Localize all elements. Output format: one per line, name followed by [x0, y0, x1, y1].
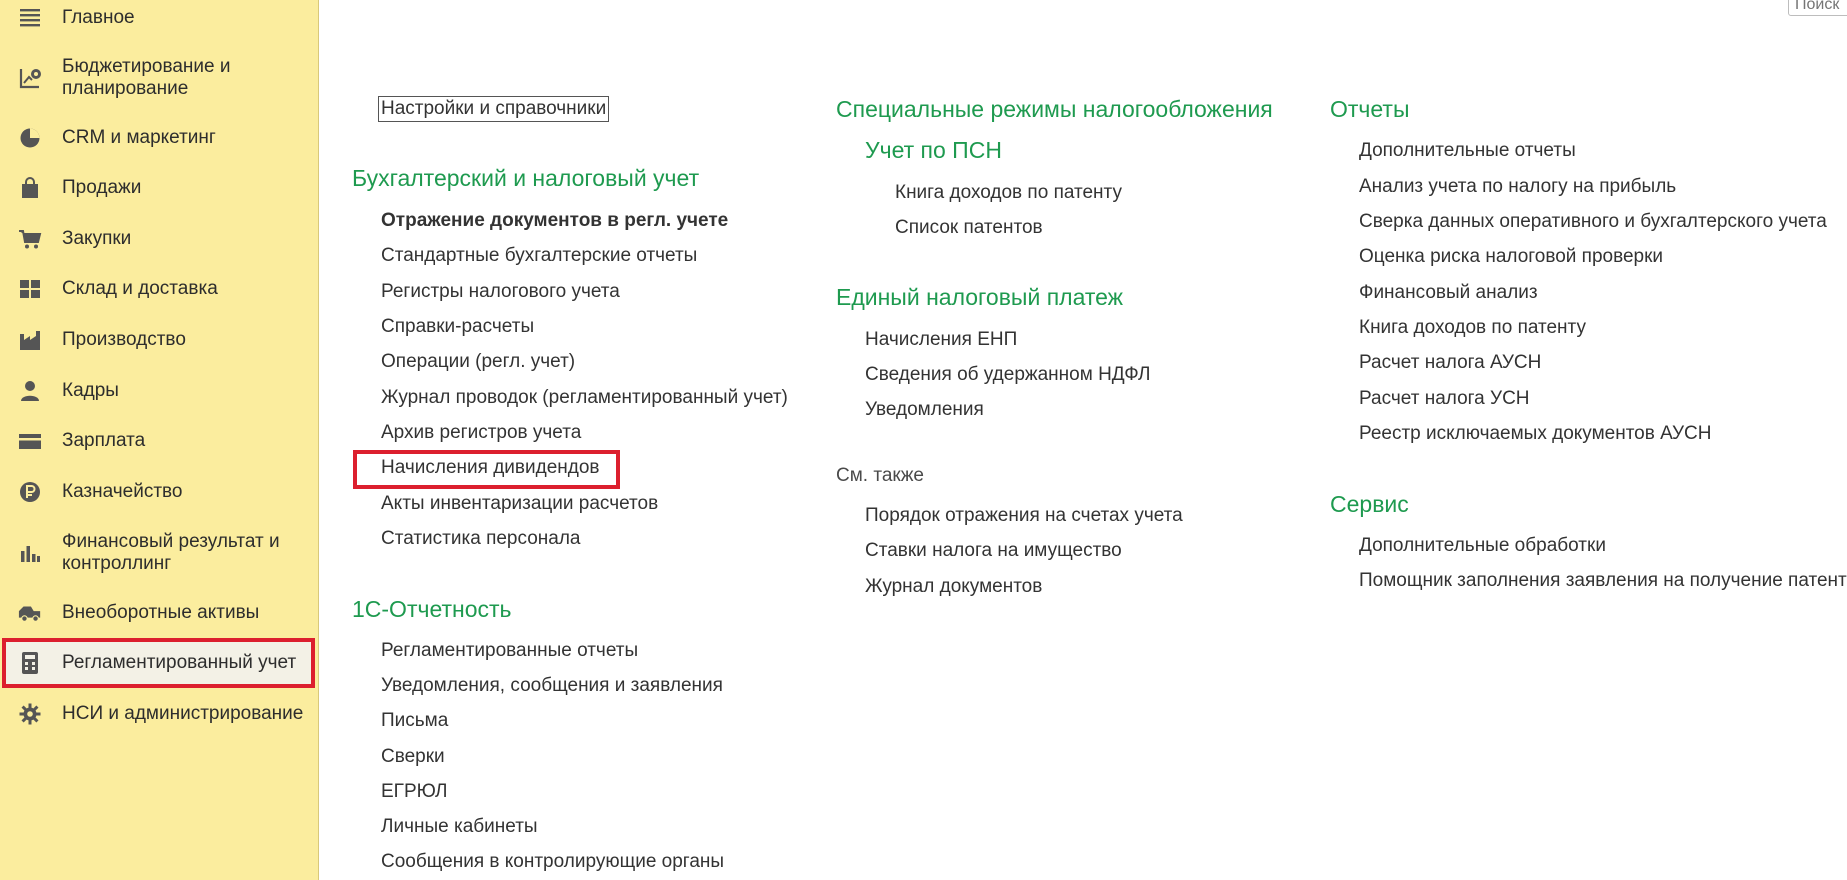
link-usn-tax-calc[interactable]: Расчет налога УСН — [1359, 388, 1530, 410]
sidebar-item-label: Зарплата — [62, 430, 146, 451]
sidebar-item-crm[interactable]: CRM и маркетинг — [0, 126, 319, 150]
link-accounting-reflection-order[interactable]: Порядок отражения на счетах учета — [865, 505, 1183, 527]
link-register-archive[interactable]: Архив регистров учета — [381, 422, 581, 444]
link-personal-accounts[interactable]: Личные кабинеты — [381, 816, 538, 838]
link-patent-list[interactable]: Список патентов — [895, 217, 1043, 239]
link-profit-tax-analysis[interactable]: Анализ учета по налогу на прибыль — [1359, 176, 1676, 198]
section-title-reports: Отчеты — [1330, 96, 1410, 122]
link-journal-entries[interactable]: Журнал проводок (регламентированный учет… — [381, 387, 788, 409]
sidebar-item-budgeting[interactable]: Бюджетирование и планирование — [0, 56, 319, 100]
link-enp-accruals[interactable]: Начисления ЕНП — [865, 329, 1017, 351]
gear-icon — [18, 702, 42, 726]
sidebar-item-warehouse[interactable]: Склад и доставка — [0, 277, 319, 301]
sidebar-item-label: Финансовый результат и контроллинг — [62, 531, 280, 574]
link-messages-to-authorities[interactable]: Сообщения в контролирующие органы — [381, 851, 724, 873]
link-additional-processing[interactable]: Дополнительные обработки — [1359, 535, 1606, 557]
sidebar-item-treasury[interactable]: Казначейство — [0, 480, 319, 504]
settings-and-references-button[interactable]: Настройки и справочники — [378, 96, 610, 122]
sidebar-item-fixed-assets[interactable]: Внеоборотные активы — [0, 601, 319, 625]
link-documents-reflection[interactable]: Отражение документов в регл. учете — [381, 210, 728, 232]
link-standard-reports[interactable]: Стандартные бухгалтерские отчеты — [381, 245, 697, 267]
sidebar-item-label: НСИ и администрирование — [62, 703, 304, 724]
search-input[interactable] — [1788, 0, 1847, 16]
sidebar-item-salary[interactable]: Зарплата — [0, 429, 319, 453]
link-ndfl-withheld[interactable]: Сведения об удержанном НДФЛ — [865, 364, 1151, 386]
link-ausn-tax-calc[interactable]: Расчет налога АУСН — [1359, 352, 1541, 374]
link-reconciliations[interactable]: Сверки — [381, 746, 445, 768]
sidebar: Главное Бюджетирование и планирование CR… — [0, 0, 319, 880]
ruble-coin-icon — [18, 480, 42, 504]
sidebar-item-purchases[interactable]: Закупки — [0, 227, 319, 251]
sidebar-item-label: Закупки — [62, 228, 132, 249]
section-title-accounting: Бухгалтерский и налоговый учет — [352, 165, 700, 191]
link-patent-application-assistant[interactable]: Помощник заполнения заявления на получен… — [1359, 570, 1847, 592]
link-letters[interactable]: Письма — [381, 710, 448, 732]
subsection-title-psn: Учет по ПСН — [865, 137, 1002, 163]
section-title-enp: Единый налоговый платеж — [836, 284, 1124, 310]
link-operations[interactable]: Операции (регл. учет) — [381, 351, 575, 373]
link-property-tax-rates[interactable]: Ставки налога на имущество — [865, 540, 1122, 562]
link-tax-registers[interactable]: Регистры налогового учета — [381, 281, 620, 303]
dividend-highlight-box — [353, 450, 620, 489]
section-title-1c-reporting: 1С-Отчетность — [352, 596, 512, 622]
sidebar-item-label: Главное — [62, 7, 135, 28]
sidebar-item-financial-result[interactable]: Финансовый результат и контроллинг — [0, 531, 319, 575]
link-notifications-messages[interactable]: Уведомления, сообщения и заявления — [381, 675, 723, 697]
sidebar-item-regulated-accounting[interactable]: Регламентированный учет — [0, 638, 319, 688]
calculator-icon — [18, 651, 42, 675]
budget-chart-icon — [18, 66, 42, 90]
link-egrul[interactable]: ЕГРЮЛ — [381, 781, 447, 803]
bar-chart-icon — [18, 541, 42, 565]
link-data-reconciliation[interactable]: Сверка данных оперативного и бухгалтерск… — [1359, 211, 1827, 233]
section-title-see-also: См. также — [836, 465, 924, 486]
link-financial-analysis[interactable]: Финансовый анализ — [1359, 282, 1538, 304]
link-tax-audit-risk[interactable]: Оценка риска налоговой проверки — [1359, 246, 1663, 268]
warehouse-grid-icon — [18, 277, 42, 301]
factory-icon — [18, 328, 42, 352]
sidebar-item-label: Продажи — [62, 177, 142, 198]
sidebar-item-label: Склад и доставка — [62, 278, 218, 299]
sidebar-item-label: Регламентированный учет — [62, 652, 297, 673]
link-staff-statistics[interactable]: Статистика персонала — [381, 528, 580, 550]
link-patent-income-book-reports[interactable]: Книга доходов по патенту — [1359, 317, 1586, 339]
person-icon — [18, 379, 42, 403]
menu-lines-icon — [18, 6, 42, 30]
link-patent-income-book[interactable]: Книга доходов по патенту — [895, 182, 1122, 204]
sidebar-item-label: CRM и маркетинг — [62, 127, 216, 148]
wallet-card-icon — [18, 429, 42, 453]
sidebar-item-sales[interactable]: Продажи — [0, 176, 319, 200]
sidebar-item-label: Казначейство — [62, 481, 183, 502]
shopping-bag-icon — [18, 176, 42, 200]
link-inventory-acts[interactable]: Акты инвентаризации расчетов — [381, 493, 658, 515]
sidebar-item-hr[interactable]: Кадры — [0, 379, 319, 403]
section-title-service: Сервис — [1330, 491, 1409, 517]
link-documents-journal[interactable]: Журнал документов — [865, 576, 1042, 598]
pie-chart-icon — [18, 126, 42, 150]
link-regulated-reports[interactable]: Регламентированные отчеты — [381, 640, 638, 662]
link-ausn-excluded-docs[interactable]: Реестр исключаемых документов АУСН — [1359, 423, 1711, 445]
link-additional-reports[interactable]: Дополнительные отчеты — [1359, 140, 1576, 162]
sidebar-item-label: Производство — [62, 329, 186, 350]
sidebar-item-label: Бюджетирование и планирование — [62, 56, 231, 99]
sidebar-item-production[interactable]: Производство — [0, 328, 319, 352]
sidebar-item-admin[interactable]: НСИ и администрирование — [0, 702, 319, 726]
sidebar-item-main[interactable]: Главное — [0, 6, 319, 30]
link-calculations[interactable]: Справки-расчеты — [381, 316, 534, 338]
link-notifications[interactable]: Уведомления — [865, 399, 984, 421]
cart-icon — [18, 227, 42, 251]
truck-icon — [18, 601, 42, 625]
section-title-special-regimes: Специальные режимы налогообложения — [836, 96, 1273, 122]
sidebar-item-label: Кадры — [62, 380, 119, 401]
sidebar-item-label: Внеоборотные активы — [62, 602, 260, 623]
